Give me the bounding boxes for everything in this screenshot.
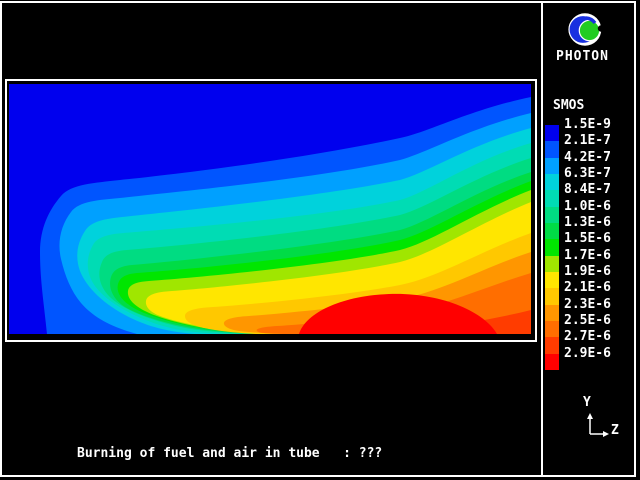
legend-value: 2.9E-6 — [564, 346, 611, 361]
contour-plot — [9, 84, 531, 334]
plot-caption: Burning of fuel and air in tube : ??? — [77, 446, 382, 461]
legend-value: 1.5E-9 — [564, 117, 611, 132]
legend-swatch — [545, 337, 559, 353]
legend-swatch — [545, 174, 559, 190]
legend-value: 2.1E-7 — [564, 133, 611, 148]
contour-legend: 1.5E-92.1E-74.2E-76.3E-78.4E-71.0E-61.3E… — [545, 125, 635, 370]
legend-value: 1.7E-6 — [564, 248, 611, 263]
legend-swatch — [545, 305, 559, 321]
legend-value: 1.9E-6 — [564, 264, 611, 279]
legend-value: 6.3E-7 — [564, 166, 611, 181]
legend-row: 2.9E-6 — [545, 354, 635, 370]
legend-value: 1.0E-6 — [564, 199, 611, 214]
legend-value: 2.7E-6 — [564, 329, 611, 344]
legend-swatch — [545, 125, 559, 141]
legend-swatch — [545, 354, 559, 370]
legend-swatch — [545, 256, 559, 272]
legend-swatch — [545, 223, 559, 239]
legend-value: 2.5E-6 — [564, 313, 611, 328]
legend-swatch — [545, 207, 559, 223]
sidebar-divider — [541, 1, 543, 477]
legend-swatch — [545, 141, 559, 157]
outer-frame-left — [0, 1, 2, 477]
legend-swatch — [545, 272, 559, 288]
legend-value: 8.4E-7 — [564, 182, 611, 197]
app-title: PHOTON — [556, 49, 636, 64]
legend-swatch — [545, 239, 559, 255]
photon-logo-icon — [566, 12, 604, 50]
contour-field-svg — [9, 84, 531, 334]
legend-value: 1.3E-6 — [564, 215, 611, 230]
legend-value: 4.2E-7 — [564, 150, 611, 165]
legend-swatch — [545, 190, 559, 206]
axis-arrows-icon — [583, 410, 615, 440]
legend-swatch — [545, 288, 559, 304]
legend-title: SMOS — [553, 98, 584, 113]
legend-swatch — [545, 158, 559, 174]
photon-screen: PHOTON SMOS 1.5E-92.1E-7 4.2E-76.3E-78.4E… — [0, 0, 640, 480]
axis-y-label: Y — [583, 395, 591, 410]
legend-value: 2.3E-6 — [564, 297, 611, 312]
legend-swatch — [545, 321, 559, 337]
legend-value: 2.1E-6 — [564, 280, 611, 295]
legend-value: 1.5E-6 — [564, 231, 611, 246]
